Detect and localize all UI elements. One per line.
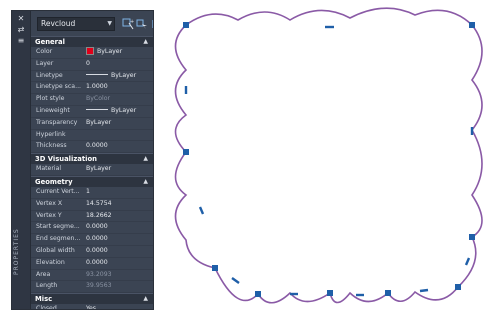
vertex-grip[interactable] xyxy=(385,290,391,296)
midpoint-grip[interactable] xyxy=(419,288,429,293)
vertex-grip[interactable] xyxy=(212,265,218,271)
midpoint-grip[interactable] xyxy=(231,277,240,284)
grip-group xyxy=(183,22,475,297)
vertex-grip[interactable] xyxy=(469,22,475,28)
vertex-grip[interactable] xyxy=(455,284,461,290)
vertex-grip[interactable] xyxy=(255,291,261,297)
vertex-grip[interactable] xyxy=(183,22,189,28)
midpoint-grip[interactable] xyxy=(464,257,471,266)
vertex-grip[interactable] xyxy=(183,149,189,155)
revcloud-shape[interactable] xyxy=(174,7,483,304)
vertex-grip[interactable] xyxy=(469,234,475,240)
vertex-grip[interactable] xyxy=(327,290,333,296)
midpoint-grip[interactable] xyxy=(198,206,205,215)
drawing-canvas[interactable] xyxy=(0,0,503,326)
